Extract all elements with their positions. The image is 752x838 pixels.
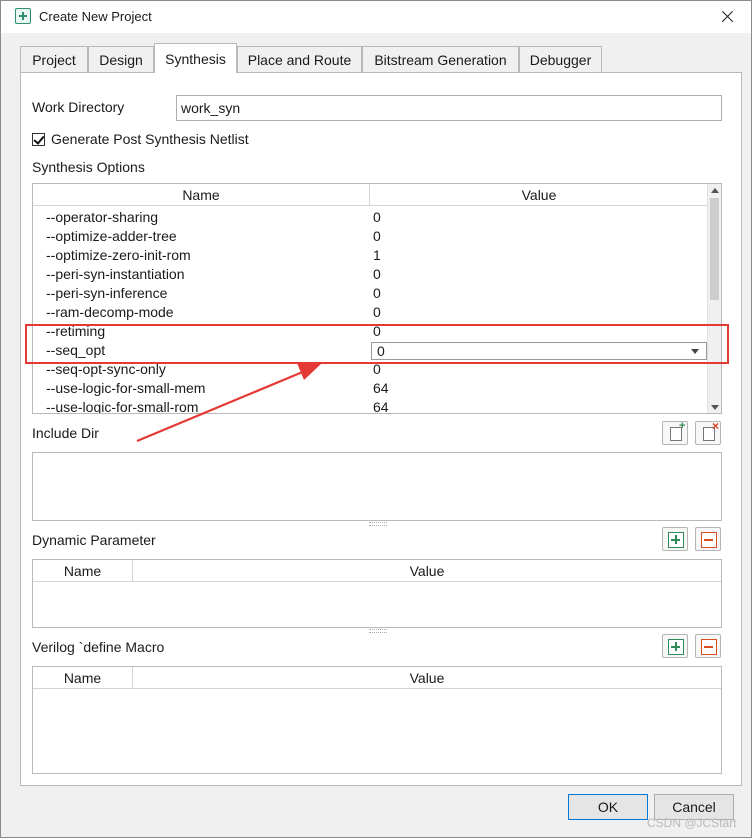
verilog-macro-table: Name Value	[32, 666, 722, 774]
plus-icon	[668, 532, 684, 548]
minus-icon	[701, 639, 717, 655]
column-header-value[interactable]: Value	[133, 667, 721, 689]
splitter-handle[interactable]	[369, 522, 387, 526]
plus-icon	[668, 639, 684, 655]
option-name: --ram-decomp-mode	[46, 304, 174, 320]
option-value[interactable]: 0	[373, 208, 381, 227]
column-header-value[interactable]: Value	[133, 560, 721, 582]
work-directory-label: Work Directory	[32, 99, 125, 115]
table-row[interactable]: --peri-syn-inference 0	[33, 284, 707, 303]
remove-file-icon	[703, 419, 719, 441]
splitter-handle[interactable]	[369, 629, 387, 633]
option-name: --peri-syn-instantiation	[46, 266, 185, 282]
table-header: Name Value	[33, 667, 721, 689]
generate-netlist-checkbox[interactable]	[32, 133, 45, 146]
option-name: --optimize-zero-init-rom	[46, 247, 191, 263]
option-name: --peri-syn-inference	[46, 285, 168, 301]
vertical-scrollbar[interactable]	[707, 184, 721, 413]
tab-place-and-route[interactable]: Place and Route	[237, 46, 362, 73]
option-name: --use-logic-for-small-rom	[46, 399, 199, 414]
tab-debugger[interactable]: Debugger	[519, 46, 602, 73]
add-include-dir-button[interactable]	[662, 420, 688, 445]
window-title: Create New Project	[39, 9, 152, 24]
option-value[interactable]: 0	[373, 265, 381, 284]
title-bar: Create New Project	[1, 1, 751, 33]
column-header-name[interactable]: Name	[33, 667, 133, 689]
table-header: Name Value	[33, 184, 708, 206]
tab-design[interactable]: Design	[88, 46, 154, 73]
option-value[interactable]: 64	[373, 379, 389, 398]
new-project-icon	[15, 8, 31, 24]
ok-button[interactable]: OK	[568, 794, 648, 820]
scroll-up-icon[interactable]	[711, 188, 719, 193]
table-row[interactable]: --optimize-adder-tree 0	[33, 227, 707, 246]
remove-dynamic-parameter-button[interactable]	[695, 527, 721, 551]
tab-project[interactable]: Project	[20, 46, 88, 73]
watermark: CSDN @JCStart	[647, 816, 737, 830]
generate-netlist-label: Generate Post Synthesis Netlist	[51, 131, 249, 147]
synthesis-options-label: Synthesis Options	[32, 159, 145, 175]
create-new-project-dialog: Create New Project Project Design Synthe…	[0, 0, 752, 838]
option-value[interactable]: 1	[373, 246, 381, 265]
tab-synthesis[interactable]: Synthesis	[154, 43, 237, 73]
table-row[interactable]: --ram-decomp-mode 0	[33, 303, 707, 322]
table-row[interactable]: --use-logic-for-small-mem 64	[33, 379, 707, 398]
verilog-macro-label: Verilog `define Macro	[32, 639, 165, 655]
column-header-name[interactable]: Name	[33, 184, 370, 206]
option-name: --use-logic-for-small-mem	[46, 380, 206, 396]
scroll-down-icon[interactable]	[711, 405, 719, 410]
option-name: --optimize-adder-tree	[46, 228, 177, 244]
dynamic-parameter-table: Name Value	[32, 559, 722, 628]
include-dir-list[interactable]	[32, 452, 722, 521]
table-row[interactable]: --peri-syn-instantiation 0	[33, 265, 707, 284]
option-value[interactable]: 0	[373, 284, 381, 303]
add-dynamic-parameter-button[interactable]	[662, 527, 688, 551]
remove-macro-button[interactable]	[695, 634, 721, 658]
synthesis-options-table: Name Value --operator-sharing 0 --optimi…	[32, 183, 722, 414]
include-dir-label: Include Dir	[32, 425, 99, 441]
close-icon[interactable]	[715, 5, 741, 29]
scrollbar-thumb[interactable]	[710, 198, 719, 300]
table-header: Name Value	[33, 560, 721, 582]
add-file-icon	[670, 420, 685, 441]
table-row[interactable]: --use-logic-for-small-rom 64	[33, 398, 707, 414]
table-row[interactable]: --operator-sharing 0	[33, 208, 707, 227]
add-macro-button[interactable]	[662, 634, 688, 658]
tab-bitstream-generation[interactable]: Bitstream Generation	[362, 46, 519, 73]
column-header-value[interactable]: Value	[370, 184, 708, 206]
column-header-name[interactable]: Name	[33, 560, 133, 582]
minus-icon	[701, 532, 717, 548]
remove-include-dir-button[interactable]	[695, 419, 721, 445]
annotation-highlight-box	[25, 324, 729, 364]
work-directory-input[interactable]	[176, 95, 722, 121]
option-value[interactable]: 0	[373, 227, 381, 246]
option-value[interactable]: 64	[373, 398, 389, 413]
option-value[interactable]: 0	[373, 303, 381, 322]
table-row[interactable]: --optimize-zero-init-rom 1	[33, 246, 707, 265]
option-name: --operator-sharing	[46, 209, 159, 225]
dynamic-parameter-label: Dynamic Parameter	[32, 532, 156, 548]
